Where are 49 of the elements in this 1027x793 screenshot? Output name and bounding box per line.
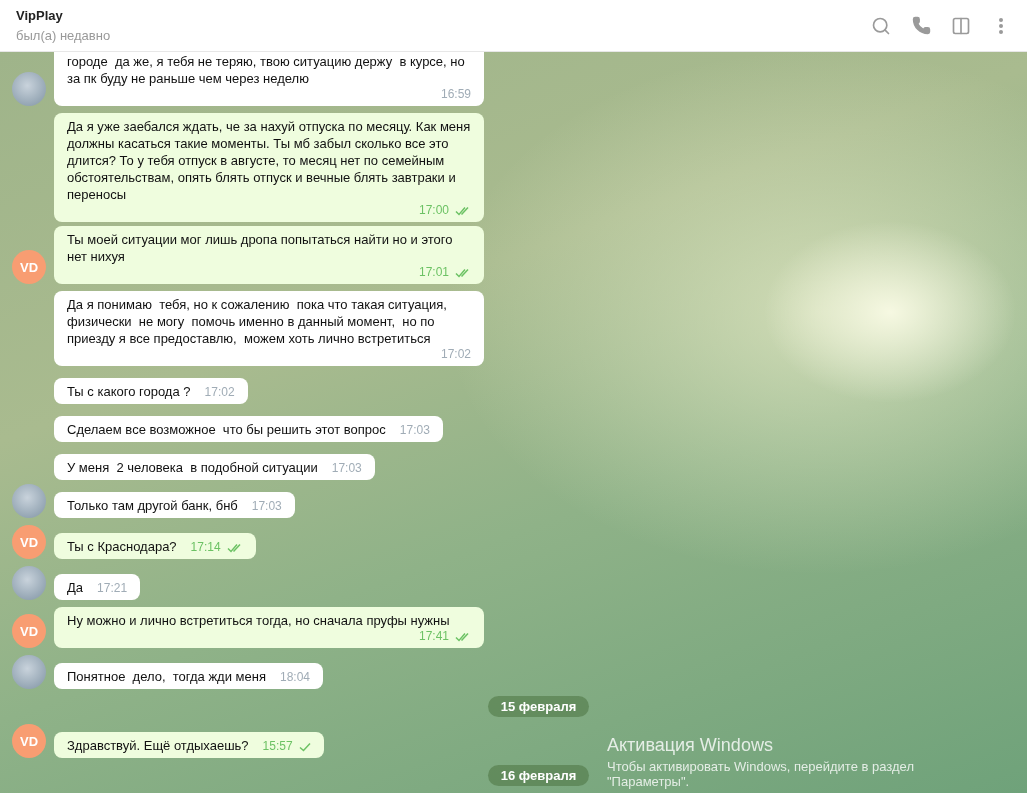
message-time: 17:00 bbox=[418, 202, 449, 219]
avatar-initials[interactable]: VD bbox=[12, 614, 46, 648]
message-text: Ну можно и лично встретиться тогда, но сначала пруфы нужны bbox=[67, 612, 450, 629]
avatar-initials[interactable]: VD bbox=[12, 250, 46, 284]
message-time: 17:03 bbox=[251, 498, 282, 515]
double-check-icon bbox=[455, 267, 471, 278]
phone-icon bbox=[911, 16, 931, 35]
message-time: 17:41 bbox=[418, 628, 449, 645]
activation-notice-title: Активация Windows bbox=[607, 735, 774, 756]
message-text: городе да же, я тебя не теряю, твою ситуацию держу в курсе, но за пк буду не раньше чем через неделю bbox=[67, 53, 466, 87]
avatar-photo-placeholder[interactable] bbox=[12, 566, 46, 600]
double-check-icon bbox=[455, 631, 471, 642]
message-time: 17:21 bbox=[97, 580, 128, 597]
message-text: Да bbox=[67, 579, 84, 596]
message-time: 18:04 bbox=[279, 669, 310, 686]
more-icon bbox=[999, 17, 1003, 34]
message-time: 17:02 bbox=[204, 384, 235, 401]
avatar-photo-placeholder[interactable] bbox=[12, 484, 46, 518]
message-time: 17:03 bbox=[399, 422, 430, 439]
search-icon bbox=[871, 15, 891, 36]
message-time: 17:03 bbox=[331, 460, 362, 477]
avatar-initials[interactable]: VD bbox=[12, 525, 46, 559]
side-panel-icon bbox=[951, 15, 971, 36]
message-time: 17:14 bbox=[190, 539, 221, 556]
message-time: 17:01 bbox=[418, 264, 449, 281]
message-time: 16:59 bbox=[440, 86, 471, 103]
message-text: Ты с Краснодара? bbox=[67, 538, 177, 555]
message-text: Понятное дело, тогда жди меня bbox=[67, 668, 266, 685]
avatar-initials[interactable]: VD bbox=[12, 724, 46, 758]
message-text: Да я уже заебался ждать, че за нахуй отпуска по месяцу. Как меня должны касаться такие моменты. Ты мб забыл сколько все это длится? То у тебя отпуск в августе, то месяц нет по семейным обстоятельствам, опять блять отпуск и вечные блять завтраки и переносы bbox=[67, 118, 471, 203]
check-icon bbox=[298, 741, 311, 752]
message-time: 15:57 bbox=[262, 738, 293, 755]
message-text: Да я понимаю тебя, но к сожалению пока что такая ситуация, физически не могу помочь именно в данный момент, но по приезду я все предоставлю, можем хоть лично встретиться bbox=[67, 296, 448, 347]
avatar-photo-placeholder[interactable] bbox=[12, 655, 46, 689]
activation-notice-text: Чтобы активировать Windows, перейдите в раздел "Параметры". bbox=[607, 759, 915, 789]
message-text: Только там другой банк, бнб bbox=[67, 497, 238, 514]
message-time: 17:02 bbox=[440, 346, 471, 363]
last-seen-status: был(а) недавно bbox=[16, 28, 111, 43]
avatar-photo-placeholder[interactable] bbox=[12, 72, 46, 106]
chat-title[interactable]: VipPlay bbox=[16, 8, 111, 23]
message-text: Сделаем все возможное что бы решить этот вопрос bbox=[67, 421, 386, 438]
message-text: Ты с какого города ? bbox=[67, 383, 191, 400]
double-check-icon bbox=[455, 205, 471, 216]
date-separator: 15 февраля bbox=[487, 696, 590, 717]
message-text: У меня 2 человека в подобной ситуации bbox=[67, 459, 318, 476]
double-check-icon bbox=[226, 542, 243, 553]
message-text: Здравствуй. Ещё отдыхаешь? bbox=[67, 737, 249, 754]
date-separator: 16 февраля bbox=[487, 765, 590, 786]
message-text: Ты моей ситуации мог лишь дропа попытаться найти но и этого нет нихуя bbox=[67, 231, 454, 265]
